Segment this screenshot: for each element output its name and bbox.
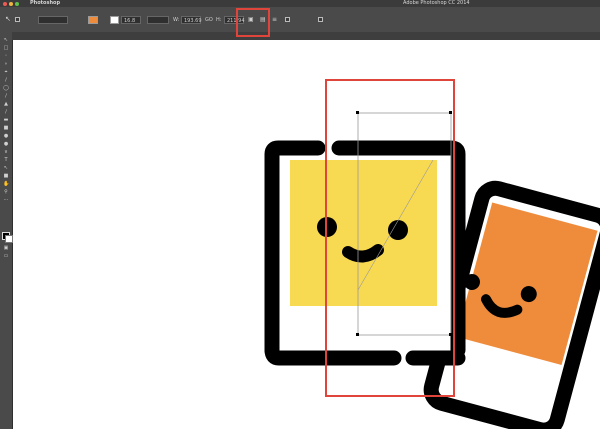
path-selection-tool-icon[interactable]: ↖ <box>5 15 11 23</box>
menu-help[interactable] <box>238 0 254 7</box>
select-label <box>23 16 37 24</box>
history-brush-tool-icon[interactable]: ∕ <box>3 110 9 115</box>
document-tab[interactable] <box>12 32 600 40</box>
marquee-tool-icon[interactable]: □ <box>3 46 9 51</box>
align-edges-checkbox[interactable] <box>285 17 290 22</box>
window-title: Adobe Photoshop CC 2014 <box>403 0 470 6</box>
menu-filter[interactable] <box>168 0 184 7</box>
blur-tool-icon[interactable]: ● <box>3 134 9 139</box>
more-tools-icon[interactable]: ⋯ <box>3 198 9 203</box>
zoom-tool-icon[interactable]: ⚲ <box>3 190 9 195</box>
quick-selection-tool-icon[interactable]: ∘ <box>3 62 9 67</box>
select-toggle[interactable] <box>15 17 20 22</box>
artwork <box>264 111 600 429</box>
selection-highlight-box <box>325 79 455 397</box>
options-bar: ↖ 16.8 W: 193.69 GO H: 211.94 ▣ ▤ ≡ <box>0 7 600 33</box>
brush-tool-icon[interactable]: ∕ <box>3 94 9 99</box>
menu-items <box>62 0 254 7</box>
w-label: W: <box>173 17 180 23</box>
stroke-width-field[interactable]: 16.8 <box>121 16 141 24</box>
dodge-tool-icon[interactable]: ● <box>3 142 9 147</box>
crop-tool-icon[interactable]: ⌖ <box>3 70 9 75</box>
menu-view[interactable] <box>203 0 219 7</box>
menu-file[interactable] <box>62 0 78 7</box>
lasso-tool-icon[interactable]: ◦ <box>3 54 9 59</box>
background-color-swatch[interactable] <box>5 235 13 243</box>
menu-3d[interactable] <box>185 0 201 7</box>
menu-layer[interactable] <box>115 0 131 7</box>
menu-image[interactable] <box>97 0 113 7</box>
path-arrangement-icon[interactable]: ≡ <box>272 16 277 24</box>
menu-edit[interactable] <box>80 0 96 7</box>
screen-mode-icon[interactable]: ▭ <box>3 254 9 259</box>
fill-color-swatch[interactable] <box>88 16 98 24</box>
shape-tool-icon[interactable]: ■ <box>3 174 9 179</box>
close-window-button[interactable] <box>3 1 7 6</box>
eraser-tool-icon[interactable]: ▬ <box>3 118 9 123</box>
eyedropper-tool-icon[interactable]: ∕ <box>3 78 9 83</box>
width-field[interactable]: 193.69 <box>181 16 202 24</box>
constrain-path-checkbox[interactable] <box>318 17 323 22</box>
zoom-window-button[interactable] <box>15 1 19 6</box>
toolbox: ↖ □ ◦ ∘ ⌖ ∕ ◯ ∕ ▲ ∕ ▬ ■ ● ● ∨ T ↖ ■ ✋ ⚲ … <box>0 32 13 429</box>
hand-tool-icon[interactable]: ✋ <box>3 182 9 187</box>
options-highlight-box <box>236 8 270 37</box>
pen-tool-icon[interactable]: ∨ <box>3 150 9 155</box>
quick-mask-icon[interactable]: ▣ <box>3 246 9 251</box>
stroke-color-swatch[interactable] <box>110 16 119 24</box>
h-label: H: <box>216 17 222 23</box>
menu-type[interactable] <box>132 0 148 7</box>
select-mode-dropdown[interactable] <box>38 16 68 24</box>
gradient-tool-icon[interactable]: ■ <box>3 126 9 131</box>
type-tool-icon[interactable]: T <box>3 158 9 163</box>
stroke-style-dropdown[interactable] <box>147 16 169 24</box>
move-tool-icon[interactable]: ↖ <box>3 38 9 43</box>
menu-bar: Photoshop Adobe Photoshop CC 2014 <box>0 0 600 7</box>
path-selection-tool-icon[interactable]: ↖ <box>3 166 9 171</box>
minimize-window-button[interactable] <box>9 1 13 6</box>
app-menu[interactable]: Photoshop <box>30 0 60 7</box>
link-dimensions-icon[interactable]: GO <box>205 16 213 24</box>
clone-stamp-tool-icon[interactable]: ▲ <box>3 102 9 107</box>
menu-window[interactable] <box>220 0 236 7</box>
canvas[interactable] <box>13 40 600 429</box>
menu-select[interactable] <box>150 0 166 7</box>
healing-brush-tool-icon[interactable]: ◯ <box>3 86 9 91</box>
